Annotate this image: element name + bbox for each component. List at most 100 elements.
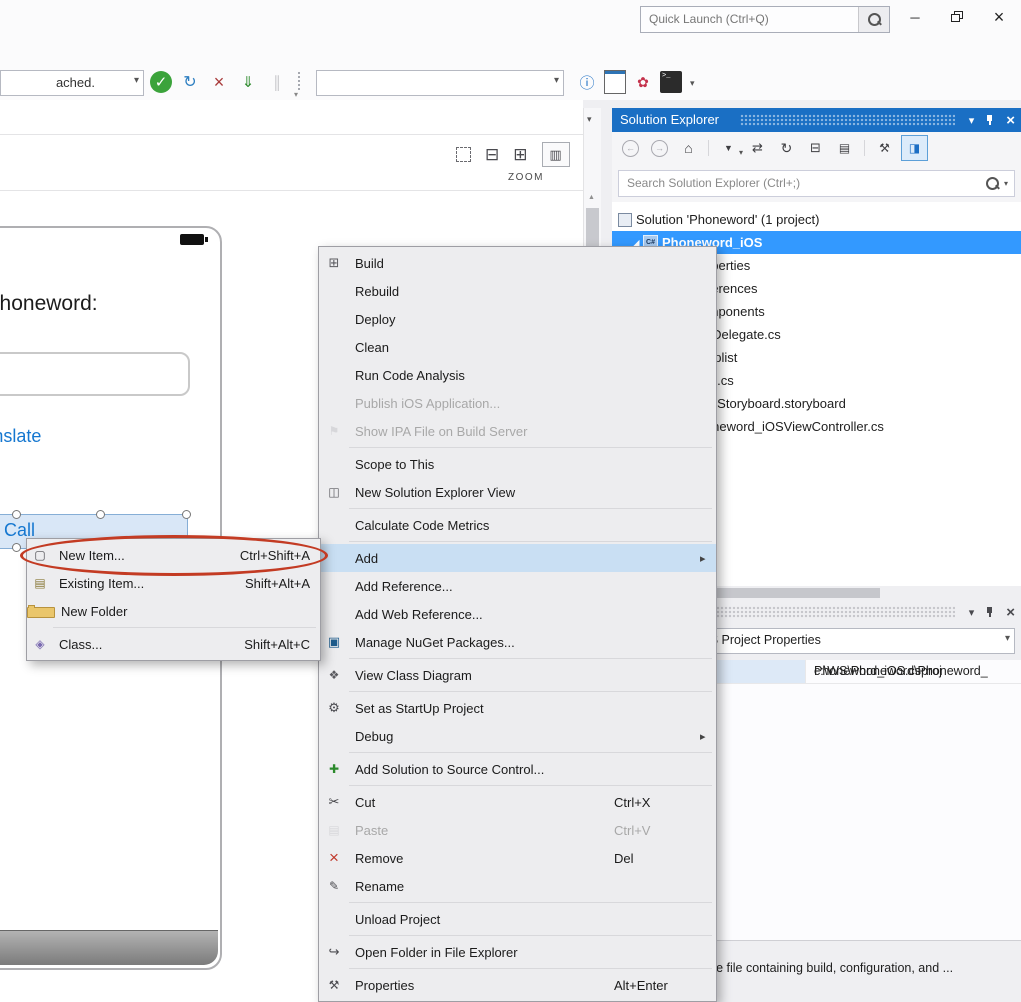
property-value[interactable]: c:\WS\Phoneword\Phoneword_ xyxy=(806,660,1021,683)
quick-launch-search-button[interactable] xyxy=(858,7,889,32)
menu-item-build[interactable]: ⊞ Build xyxy=(319,249,716,277)
selection-handle[interactable] xyxy=(96,510,105,519)
chevron-down-icon[interactable] xyxy=(134,75,139,86)
chevron-down-icon[interactable] xyxy=(554,75,559,86)
menu-item-clean[interactable]: Clean xyxy=(319,333,716,361)
submenu-item-new-folder[interactable]: New Folder xyxy=(27,597,320,625)
submenu-item-new-item[interactable]: ▢ New Item... Ctrl+Shift+A xyxy=(27,541,320,569)
submenu-item-existing-item[interactable]: ▤ Existing Item... Shift+Alt+A xyxy=(27,569,320,597)
search-icon xyxy=(868,13,881,26)
menu-item-rebuild[interactable]: Rebuild xyxy=(319,277,716,305)
zoom-in-icon[interactable]: ⊞ xyxy=(513,146,527,163)
translate-button[interactable]: Translate xyxy=(0,426,41,447)
toolbar-button-data-grid-icon[interactable] xyxy=(604,71,626,93)
toolbar-button-connected-check-icon[interactable]: ✓ xyxy=(150,71,172,93)
menu-item-add-solution-to-source-control[interactable]: ✚ Add Solution to Source Control... xyxy=(319,755,716,783)
close-icon[interactable]: × xyxy=(1006,604,1015,621)
menu-item-remove[interactable]: × Remove Del xyxy=(319,844,716,872)
menu-item-unload-project[interactable]: Unload Project xyxy=(319,905,716,933)
toolbar-icon-group: ✓ ↻ × ⇓ ║ xyxy=(150,71,288,93)
toolbar-overflow-icon[interactable] xyxy=(690,78,695,89)
menu-item-manage-nuget-packages[interactable]: ▣ Manage NuGet Packages... xyxy=(319,628,716,656)
build-icon: ⊞ xyxy=(319,255,349,271)
menu-item-set-as-startup-project[interactable]: ⚙ Set as StartUp Project xyxy=(319,694,716,722)
toolbar-button-extensions-icon[interactable]: ✿ xyxy=(632,71,654,93)
toolbar-button-info-icon[interactable]: ⓘ xyxy=(576,71,598,93)
window-button-close-icon[interactable]: × xyxy=(978,2,1020,32)
menu-item-view-class-diagram[interactable]: ❖ View Class Diagram xyxy=(319,661,716,689)
menu-item-add-web-reference[interactable]: Add Web Reference... xyxy=(319,600,716,628)
fullscreen-icon[interactable] xyxy=(456,147,471,162)
se-tool-se-refresh-icon[interactable]: ↻ xyxy=(774,136,799,160)
se-tool-filter-icon[interactable]: ▼ xyxy=(716,136,741,160)
toolbar-button-refresh-icon[interactable]: ↻ xyxy=(179,71,201,93)
se-tool-collapse-all-icon[interactable]: ⊟ xyxy=(803,136,828,160)
menu-item-open-folder-in-file-explorer[interactable]: ↪ Open Folder in File Explorer xyxy=(319,938,716,966)
separator xyxy=(319,933,716,938)
solution-explorer-search-input[interactable]: Search Solution Explorer (Ctrl+;) xyxy=(618,170,1015,197)
fit-to-window-button[interactable]: ▥ xyxy=(542,142,570,167)
tree-item-solution-phoneword-1-project[interactable]: Solution 'Phoneword' (1 project) xyxy=(612,208,1021,231)
toolbar-grip[interactable] xyxy=(298,72,300,90)
device-combobox[interactable]: ached. xyxy=(0,70,144,96)
menu-item-deploy[interactable]: Deploy xyxy=(319,305,716,333)
zoom-out-icon[interactable]: ⊟ xyxy=(485,146,499,163)
menu-item-add[interactable]: Add xyxy=(319,544,716,572)
ipa-file-icon: ⚑ xyxy=(319,424,349,438)
window-button-restore-icon[interactable] xyxy=(936,2,978,32)
window-button-minimize-icon[interactable]: ─ xyxy=(894,2,936,32)
se-tool-preview-selected-icon[interactable]: ◨ xyxy=(901,135,928,161)
selection-handle[interactable] xyxy=(182,510,191,519)
quick-launch-box[interactable]: Quick Launch (Ctrl+Q) xyxy=(640,6,890,33)
se-tool-home-icon[interactable]: ⌂ xyxy=(676,136,701,160)
divider xyxy=(0,134,583,135)
toolbar-button-deploy-icon[interactable]: ⇓ xyxy=(237,71,259,93)
menu-item-cut[interactable]: ✂ Cut Ctrl+X xyxy=(319,788,716,816)
new-view-icon: ◫ xyxy=(319,485,349,499)
se-tool-properties-pages-icon[interactable]: ▤ xyxy=(832,136,857,160)
data-grid-icon xyxy=(604,70,626,94)
phone-bottom-bar xyxy=(0,930,218,965)
search-icon[interactable] xyxy=(986,177,999,190)
document-well-chevron-icon[interactable] xyxy=(587,114,592,125)
menu-item-paste[interactable]: ▤ Paste Ctrl+V xyxy=(319,816,716,844)
separator xyxy=(319,656,716,661)
menu-item-scope-to-this[interactable]: Scope to This xyxy=(319,450,716,478)
menu-item-add-reference[interactable]: Add Reference... xyxy=(319,572,716,600)
pin-icon[interactable] xyxy=(985,606,995,618)
submenu-item-class[interactable]: ◈ Class... Shift+Alt+C xyxy=(27,630,320,658)
se-tool-forward-icon[interactable]: → xyxy=(647,136,672,160)
separator xyxy=(319,506,716,511)
zoom-toolbar: ⊟ ⊞ ▥ xyxy=(456,142,570,167)
scroll-up-icon[interactable] xyxy=(588,194,595,201)
toolbar-button-console-icon[interactable] xyxy=(660,71,682,93)
menu-item-new-solution-explorer-view[interactable]: ◫ New Solution Explorer View xyxy=(319,478,716,506)
window-position-icon[interactable] xyxy=(969,114,975,127)
close-icon[interactable]: × xyxy=(1006,112,1015,129)
menu-item-properties[interactable]: ⚒ Properties Alt+Enter xyxy=(319,971,716,999)
menu-item-run-code-analysis[interactable]: Run Code Analysis xyxy=(319,361,716,389)
pin-icon[interactable] xyxy=(985,114,995,126)
menu-item-publish-ios-application[interactable]: Publish iOS Application... xyxy=(319,389,716,417)
selection-handle[interactable] xyxy=(12,510,21,519)
toolbar-button-pause-icon[interactable]: ║ xyxy=(266,71,288,93)
forward-icon: → xyxy=(651,140,668,157)
window-position-icon[interactable] xyxy=(969,606,975,619)
properties-pages-icon: ▤ xyxy=(839,141,850,155)
se-tool-back-icon[interactable]: ← xyxy=(618,136,643,160)
menu-item-rename[interactable]: ✎ Rename xyxy=(319,872,716,900)
menu-item-calculate-code-metrics[interactable]: Calculate Code Metrics xyxy=(319,511,716,539)
separator xyxy=(319,689,716,694)
chevron-down-icon[interactable] xyxy=(1005,633,1010,644)
phoneword-text-field[interactable] xyxy=(0,352,190,396)
menu-item-show-ipa-file-on-build-server[interactable]: ⚑ Show IPA File on Build Server xyxy=(319,417,716,445)
toolbar-combobox[interactable] xyxy=(316,70,564,96)
se-tool-wrench-icon[interactable]: ⚒ xyxy=(872,136,897,160)
toolbar-button-disconnect-icon[interactable]: × xyxy=(208,71,230,93)
menu-item-debug[interactable]: Debug xyxy=(319,722,716,750)
toolbar-overflow-icon[interactable] xyxy=(294,90,298,99)
chevron-down-icon[interactable] xyxy=(1004,179,1008,188)
se-tool-sync-icon[interactable]: ⇄ xyxy=(745,136,770,160)
selection-handle[interactable] xyxy=(12,543,21,552)
extensions-icon: ✿ xyxy=(632,71,654,93)
